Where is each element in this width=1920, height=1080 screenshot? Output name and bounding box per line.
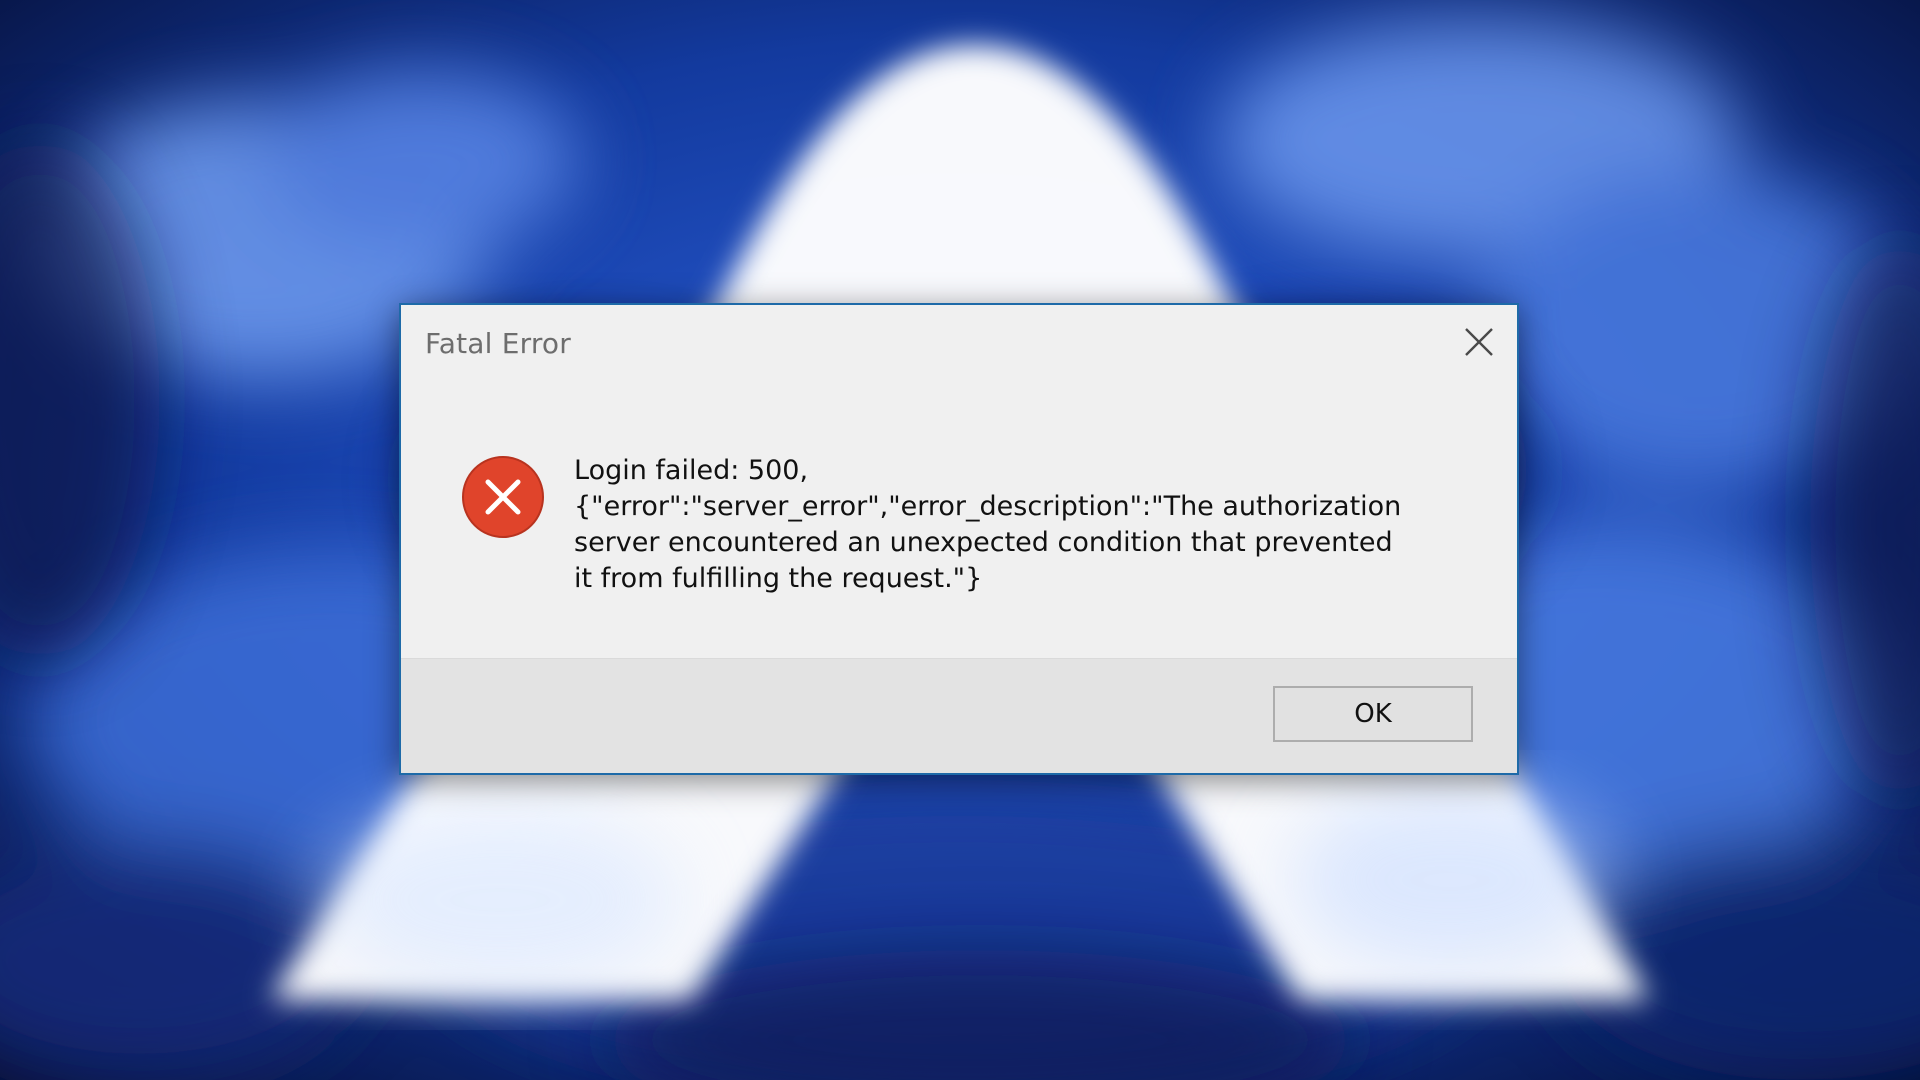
- error-message: Login failed: 500, {"error":"server_erro…: [574, 453, 1454, 597]
- error-message-line: Login failed: 500,: [574, 455, 809, 486]
- error-message-line: server encountered an unexpected conditi…: [574, 527, 1393, 558]
- error-icon: [461, 455, 545, 539]
- dialog-title: Fatal Error: [425, 327, 571, 360]
- error-message-line: it from fulfilling the request."}: [574, 563, 983, 594]
- dialog-button-bar: OK: [401, 658, 1517, 773]
- close-icon: [1465, 328, 1493, 356]
- fatal-error-dialog: Fatal Error Login failed: 500, {"error":…: [399, 303, 1519, 775]
- ok-button[interactable]: OK: [1273, 686, 1473, 742]
- dialog-content: Login failed: 500, {"error":"server_erro…: [401, 385, 1517, 661]
- error-message-line: {"error":"server_error","error_descripti…: [574, 491, 1402, 522]
- close-button[interactable]: [1451, 315, 1507, 369]
- dialog-titlebar[interactable]: Fatal Error: [401, 305, 1517, 385]
